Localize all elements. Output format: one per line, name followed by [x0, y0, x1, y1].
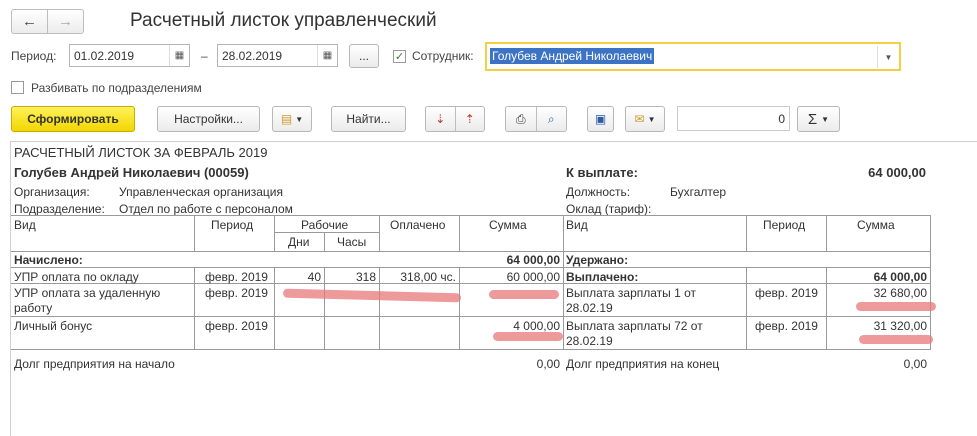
- forward-button[interactable]: →: [47, 10, 83, 33]
- back-button[interactable]: ←: [12, 10, 47, 33]
- chevron-down-icon: ▼: [821, 114, 830, 124]
- settings-button[interactable]: Настройки...: [157, 106, 260, 132]
- envelope-icon: ✉: [634, 112, 645, 126]
- employee-label: Сотрудник:: [412, 49, 474, 63]
- paid-out-label: Выплачено:: [566, 270, 639, 284]
- date-from-field[interactable]: 01.02.2019 ▦: [69, 44, 190, 67]
- print-group: ⎙ ⌕: [505, 106, 567, 132]
- employee-select[interactable]: Голубев Андрей Николаевич ▼: [485, 42, 901, 71]
- sigma-icon: Σ: [807, 110, 818, 128]
- accrual-kind: УПР оплата за удаленную работу: [14, 286, 161, 315]
- col-period-2: Период: [763, 218, 806, 232]
- find-button[interactable]: Найти...: [331, 106, 406, 132]
- col-sum: Сумма: [489, 218, 527, 232]
- to-pay-value: 64 000,00: [868, 165, 926, 180]
- report-header: РАСЧЕТНЫЙ ЛИСТОК ЗА ФЕВРАЛЬ 2019: [14, 145, 268, 160]
- date-from-value: 01.02.2019: [74, 48, 135, 63]
- accrual-sum: 4 000,00: [513, 319, 560, 333]
- col-period: Период: [211, 218, 254, 232]
- accrual-sum: 60 000,00: [506, 270, 560, 284]
- split-checkbox[interactable]: [11, 81, 24, 97]
- payment-kind: Выплата зарплаты 1 от 28.02.19: [566, 286, 697, 315]
- accrual-days: 40: [307, 270, 321, 284]
- nav-buttons: ← →: [11, 9, 84, 34]
- withheld-label: Удержано:: [566, 253, 629, 267]
- col-days: Дни: [288, 235, 310, 249]
- arrow-right-icon: →: [58, 13, 73, 30]
- col-working: Рабочие: [301, 218, 349, 232]
- calendar-icon[interactable]: ▦: [169, 45, 189, 66]
- payment-period: февр. 2019: [755, 319, 818, 333]
- col-kind-2: Вид: [566, 218, 588, 232]
- accrued-total: 64 000,00: [506, 253, 560, 267]
- payment-kind: Выплата зарплаты 72 от 28.02.19: [566, 319, 703, 348]
- accrual-period: февр. 2019: [205, 286, 268, 300]
- report-employee: Голубев Андрей Николаевич (00059): [14, 165, 249, 180]
- accrual-period: февр. 2019: [205, 270, 268, 284]
- report-area: РАСЧЕТНЫЙ ЛИСТОК ЗА ФЕВРАЛЬ 2019 Голубев…: [10, 141, 977, 436]
- accrual-period: февр. 2019: [205, 319, 268, 333]
- redaction-mark: [282, 288, 462, 303]
- sort-group: ⇣ ⇡: [425, 106, 485, 132]
- accrual-paid: 318,00 чс.: [400, 270, 456, 284]
- split-label: Разбивать по подразделениям: [31, 81, 202, 95]
- col-sum-2: Сумма: [857, 218, 895, 232]
- accrual-kind: УПР оплата по окладу: [14, 270, 139, 284]
- position-label: Должность:: [566, 185, 631, 199]
- org-value: Управленческая организация: [119, 185, 283, 199]
- calendar-icon[interactable]: ▦: [317, 45, 337, 66]
- report-variant-icon: ▤: [280, 112, 293, 126]
- employee-value: Голубев Андрей Николаевич: [490, 48, 655, 64]
- window-title: Расчетный листок управленческий: [130, 10, 437, 31]
- redaction-mark: [856, 302, 936, 311]
- dept-label: Подразделение:: [14, 202, 105, 216]
- period-dash: –: [201, 49, 208, 63]
- debt-end-value: 0,00: [903, 357, 927, 371]
- accrual-kind: Личный бонус: [14, 319, 93, 333]
- date-to-field[interactable]: 28.02.2019 ▦: [217, 44, 338, 67]
- arrow-left-icon: ←: [22, 13, 37, 30]
- checkmark-icon: ✓: [393, 50, 406, 63]
- redaction-mark: [493, 332, 563, 341]
- col-kind: Вид: [14, 218, 36, 232]
- sort-ascending-icon[interactable]: ⇡: [456, 112, 485, 126]
- accrued-label: Начислено:: [14, 253, 83, 267]
- debt-start-label: Долг предприятия на начало: [14, 357, 175, 371]
- sum-value: 0: [778, 111, 785, 126]
- col-paid: Оплачено: [390, 218, 446, 232]
- sum-field[interactable]: 0: [677, 106, 790, 131]
- employee-checkbox[interactable]: ✓: [393, 49, 406, 63]
- redaction-mark: [859, 335, 933, 344]
- accrual-hours: 318: [355, 270, 376, 284]
- sum-mode-button[interactable]: Σ ▼: [797, 106, 840, 132]
- payment-sum: 32 680,00: [873, 286, 927, 300]
- chevron-down-icon: ▼: [295, 114, 304, 124]
- chevron-down-icon: ▼: [647, 114, 656, 124]
- generate-button[interactable]: Сформировать: [11, 106, 135, 132]
- sort-descending-icon[interactable]: ⇣: [426, 112, 455, 126]
- save-button[interactable]: ▣: [587, 106, 614, 132]
- print-preview-icon[interactable]: ⌕: [537, 112, 567, 127]
- salary-label: Оклад (тариф):: [566, 202, 652, 216]
- to-pay-label: К выплате:: [566, 165, 638, 180]
- position-value: Бухгалтер: [670, 185, 727, 199]
- period-select-button[interactable]: ...: [349, 44, 379, 68]
- debt-end-label: Долг предприятия на конец: [566, 357, 720, 371]
- variant-button[interactable]: ▤ ▼: [272, 106, 312, 132]
- dept-value: Отдел по работе с персоналом: [119, 202, 293, 216]
- debt-start-value: 0,00: [536, 357, 560, 371]
- send-button[interactable]: ✉ ▼: [625, 106, 665, 132]
- printer-icon[interactable]: ⎙: [506, 112, 536, 127]
- chevron-down-icon[interactable]: ▼: [877, 46, 899, 68]
- redaction-mark: [489, 290, 559, 299]
- payment-sum: 31 320,00: [873, 319, 927, 333]
- org-label: Организация:: [14, 185, 90, 199]
- save-icon: ▣: [594, 112, 607, 126]
- payment-period: февр. 2019: [755, 286, 818, 300]
- period-label: Период:: [11, 49, 57, 63]
- col-hours: Часы: [337, 235, 367, 249]
- checkbox-box: [11, 81, 24, 94]
- date-to-value: 28.02.2019: [222, 48, 283, 63]
- paid-out-total: 64 000,00: [873, 270, 927, 284]
